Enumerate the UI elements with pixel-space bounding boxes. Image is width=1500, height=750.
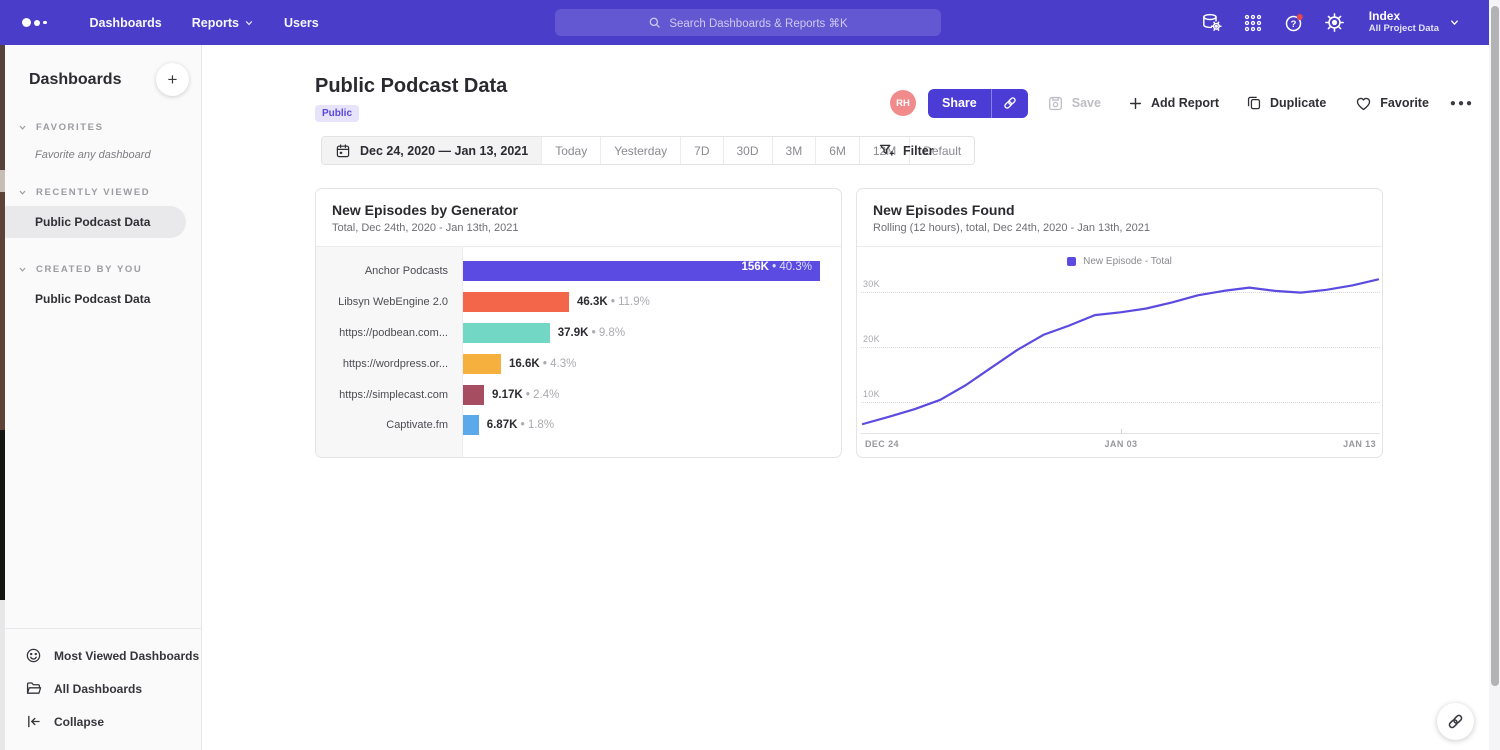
bar-chart-title[interactable]: New Episodes by Generator [332,202,825,218]
link-icon [1002,95,1018,111]
svg-text:?: ? [1290,19,1296,30]
line-series[interactable] [861,267,1380,434]
bar-row[interactable]: 37.9K 9.8% [463,318,841,349]
bar-category: https://podbean.com... [316,318,462,349]
bar-category: Anchor Podcasts [316,256,462,287]
section-favorites[interactable]: FAVORITES [5,122,201,133]
chevron-down-icon [18,188,27,197]
chevron-down-icon [1449,17,1460,28]
add-report-button[interactable]: Add Report [1128,96,1219,111]
x-tick-label: DEC 24 [865,439,899,449]
preset-30d[interactable]: 30D [723,137,772,164]
legend-label: New Episode - Total [1083,256,1172,267]
sidebar-title: Dashboards [29,71,121,89]
line-chart-title[interactable]: New Episodes Found [873,202,1366,218]
duplicate-button[interactable]: Duplicate [1246,95,1326,111]
share-split-button: Share [928,89,1028,118]
smiley-icon [25,647,42,664]
bar-category-labels: Anchor Podcasts Libsyn WebEngine 2.0 htt… [316,247,463,457]
top-nav: Dashboards Reports Users Search Dashboar… [0,0,1500,45]
data-management-icon[interactable] [1201,12,1223,34]
more-options-button[interactable]: ●●● [1450,98,1474,109]
save-report-icon [1047,95,1064,112]
share-link-button[interactable] [991,89,1028,118]
section-created-by-you[interactable]: CREATED BY YOU [5,264,201,275]
bar-plot-area: 156K 40.3% 46.3K 11.9% 37.9K 9.8% 16.6K … [463,247,841,457]
bar-category: Captivate.fm [316,410,462,441]
section-recently-viewed[interactable]: RECENTLY VIEWED [5,187,201,198]
bar-row[interactable]: 9.17K 2.4% [463,379,841,410]
bar-row[interactable]: 6.87K 1.8% [463,410,841,441]
x-tick-label: JAN 13 [1343,439,1376,449]
bar-category: https://wordpress.or... [316,348,462,379]
vertical-scrollbar[interactable] [1489,0,1500,750]
x-axis-labels: DEC 24 JAN 03 JAN 13 [861,439,1380,449]
x-tick-label: JAN 03 [1105,439,1138,449]
line-plot-area: 30K 20K 10K [861,267,1380,434]
save-button[interactable]: Save [1047,95,1101,112]
bar-category: https://simplecast.com [316,379,462,410]
preset-3m[interactable]: 3M [772,137,816,164]
filter-funnel-icon [878,142,895,159]
apps-grid-icon[interactable] [1242,12,1264,34]
help-icon[interactable]: ? [1283,12,1305,34]
sidebar: Dashboards + FAVORITES Favorite any dash… [5,45,202,750]
nav-item-reports[interactable]: Reports [192,16,254,30]
chevron-down-icon [18,265,27,274]
heart-icon [1355,95,1372,112]
most-viewed-dashboards-button[interactable]: Most Viewed Dashboards [5,639,201,672]
bar-row[interactable]: 156K 40.3% [463,256,841,287]
bar-row[interactable]: 16.6K 4.3% [463,348,841,379]
calendar-icon [335,143,351,159]
plus-icon [1128,96,1143,111]
chevron-down-icon [18,123,27,132]
sidebar-item-public-podcast-data[interactable]: Public Podcast Data [5,206,186,238]
preset-6m[interactable]: 6M [815,137,859,164]
page-title: Public Podcast Data [315,75,507,98]
chart-legend[interactable]: New Episode - Total [857,256,1382,267]
project-subtitle: All Project Data [1369,23,1439,35]
nav-item-users[interactable]: Users [284,16,319,30]
filter-button[interactable]: Filter [878,136,934,165]
bar-chart-card: New Episodes by Generator Total, Dec 24t… [315,188,842,458]
preset-today[interactable]: Today [541,137,600,164]
all-dashboards-button[interactable]: All Dashboards [5,672,201,705]
project-selector[interactable]: Index All Project Data [1369,10,1460,35]
favorites-empty-text: Favorite any dashboard [5,133,201,161]
add-dashboard-button[interactable]: + [156,63,189,96]
sidebar-item-public-podcast-data-created[interactable]: Public Podcast Data [5,283,201,315]
preset-7d[interactable]: 7D [680,137,722,164]
notification-dot [1297,14,1303,20]
collapse-sidebar-button[interactable]: Collapse [5,705,201,738]
scrollbar-thumb[interactable] [1491,6,1499,686]
line-chart-subtitle: Rolling (12 hours), total, Dec 24th, 202… [873,222,1366,234]
bar-category: Libsyn WebEngine 2.0 [316,287,462,318]
avatar[interactable]: RH [890,90,916,116]
legend-swatch [1067,257,1076,266]
link-icon [1446,712,1465,731]
app-window: Dashboards Reports Users Search Dashboar… [0,0,1500,750]
header-actions: RH Share Save Add Report Duplicate Favor… [890,89,1474,117]
project-name: Index [1369,10,1439,23]
share-button[interactable]: Share [928,89,991,118]
duplicate-icon [1246,95,1262,111]
folder-icon [25,680,42,697]
preset-yesterday[interactable]: Yesterday [600,137,680,164]
bar-chart-subtitle: Total, Dec 24th, 2020 - Jan 13th, 2021 [332,222,825,234]
settings-gear-icon[interactable] [1324,12,1346,34]
favorite-button[interactable]: Favorite [1355,95,1429,112]
collapse-icon [25,713,42,730]
copy-link-floating-button[interactable] [1437,703,1474,740]
mixpanel-logo-icon[interactable] [22,18,47,27]
line-chart-card: New Episodes Found Rolling (12 hours), t… [856,188,1383,458]
date-range-picker[interactable]: Dec 24, 2020 — Jan 13, 2021 [322,137,541,164]
search-input[interactable]: Search Dashboards & Reports ⌘K [555,9,941,36]
nav-item-dashboards[interactable]: Dashboards [90,16,162,30]
public-badge: Public [315,105,359,122]
search-icon [648,16,661,29]
bar-row[interactable]: 46.3K 11.9% [463,287,841,318]
chevron-down-icon [244,18,254,28]
